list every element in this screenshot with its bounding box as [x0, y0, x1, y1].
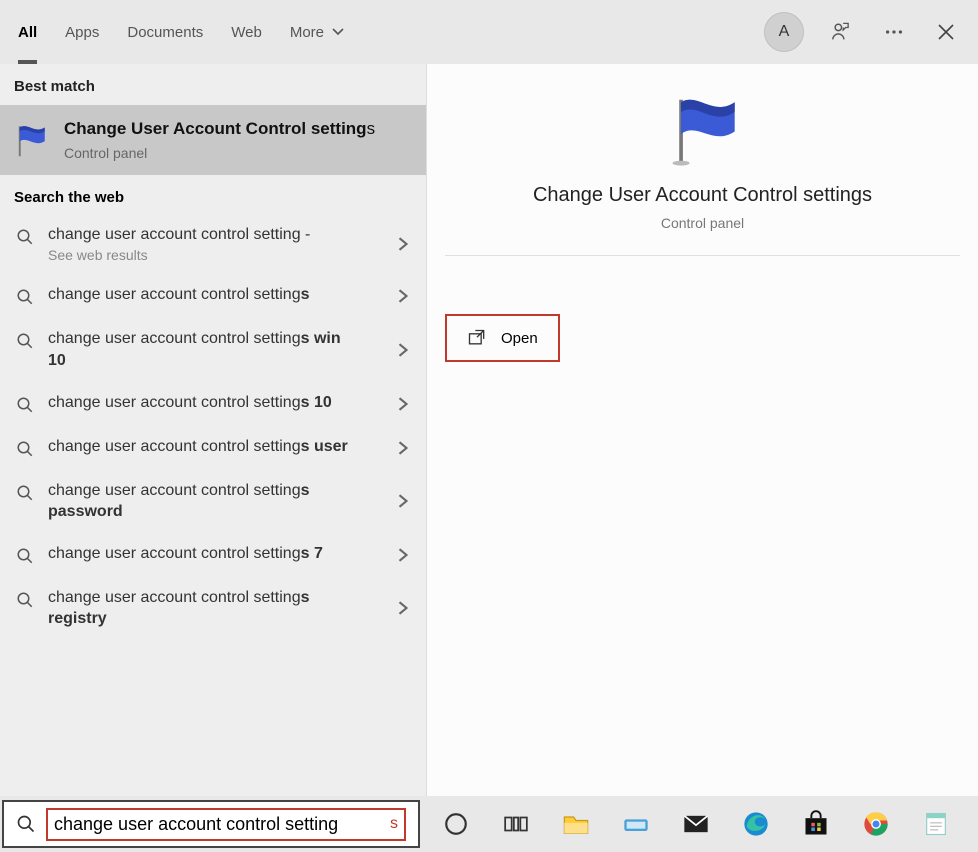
search-topbar: All Apps Documents Web More A [0, 0, 978, 64]
title-bold: Change User Account Control setting [64, 119, 367, 138]
detail-title: Change User Account Control settings [427, 184, 978, 207]
web-result-text: change user account control settings 7 [48, 543, 323, 565]
web-result-item[interactable]: change user account control settings use… [0, 426, 426, 470]
chevron-right-icon [394, 235, 412, 253]
web-result-text: change user account control setting -See… [48, 224, 310, 264]
taskbar-file-explorer-icon[interactable] [546, 796, 606, 852]
best-match-title: Change User Account Control settings [64, 119, 375, 139]
search-input[interactable] [54, 814, 390, 835]
search-icon [14, 330, 36, 352]
chevron-right-icon [394, 341, 412, 359]
chevron-right-icon [394, 599, 412, 617]
open-icon [467, 328, 487, 348]
topbar-right: A [764, 0, 960, 64]
search-icon [14, 394, 36, 416]
web-result-item[interactable]: change user account control settings [0, 274, 426, 318]
chevron-right-icon [394, 492, 412, 510]
search-icon [14, 545, 36, 567]
search-web-header: Search the web [0, 175, 426, 214]
search-icon [16, 814, 36, 834]
web-result-text: change user account control settings 10 [48, 392, 332, 414]
user-avatar[interactable]: A [764, 12, 804, 52]
feedback-icon[interactable] [828, 18, 856, 46]
tab-apps[interactable]: Apps [65, 0, 99, 64]
tab-web[interactable]: Web [231, 0, 262, 64]
chevron-right-icon [394, 395, 412, 413]
results-column: Best match Change User Account Control s… [0, 64, 426, 796]
taskbar: s [0, 796, 978, 852]
detail-pane: Change User Account Control settings Con… [426, 64, 978, 796]
chevron-right-icon [394, 439, 412, 457]
taskbar-keyboard-icon[interactable] [606, 796, 666, 852]
tab-all[interactable]: All [18, 0, 37, 64]
web-results-list: change user account control setting -See… [0, 214, 426, 640]
search-icon [14, 226, 36, 248]
search-icon [14, 438, 36, 460]
search-icon [14, 589, 36, 611]
best-match-item[interactable]: Change User Account Control settings Con… [0, 105, 426, 175]
search-highlight-frame: s [46, 808, 406, 841]
tab-more[interactable]: More [290, 0, 344, 64]
search-icon [14, 286, 36, 308]
web-result-text: change user account control settings win… [48, 328, 358, 371]
more-icon[interactable] [880, 18, 908, 46]
title-tail: s [367, 119, 376, 138]
web-result-text: change user account control settings pas… [48, 480, 358, 523]
tab-label: Apps [65, 24, 99, 41]
web-result-text: change user account control settings reg… [48, 587, 358, 630]
taskbar-cortana-icon[interactable] [426, 796, 486, 852]
detail-head: Change User Account Control settings Con… [427, 64, 978, 256]
search-icon [14, 482, 36, 504]
search-tabs: All Apps Documents Web More [18, 0, 344, 64]
taskbar-task-view-icon[interactable] [486, 796, 546, 852]
taskbar-edge-icon[interactable] [726, 796, 786, 852]
detail-subtitle: Control panel [445, 215, 960, 256]
web-result-text: change user account control settings [48, 284, 310, 306]
best-match-header: Best match [0, 64, 426, 105]
chevron-down-icon [332, 26, 344, 38]
search-main: Best match Change User Account Control s… [0, 64, 978, 796]
taskbar-mail-icon[interactable] [666, 796, 726, 852]
open-label: Open [501, 330, 538, 347]
close-icon[interactable] [932, 18, 960, 46]
web-result-item[interactable]: change user account control settings reg… [0, 577, 426, 640]
taskbar-store-icon[interactable] [786, 796, 846, 852]
web-result-text: change user account control settings use… [48, 436, 348, 458]
tab-label: All [18, 24, 37, 41]
best-match-subtitle: Control panel [64, 145, 375, 161]
uac-flag-icon [664, 90, 742, 168]
web-result-item[interactable]: change user account control setting -See… [0, 214, 426, 274]
best-match-text: Change User Account Control settings Con… [64, 119, 375, 161]
taskbar-notepad-icon[interactable] [906, 796, 966, 852]
web-result-item[interactable]: change user account control settings pas… [0, 470, 426, 533]
tab-label: More [290, 24, 324, 41]
web-result-item[interactable]: change user account control settings 7 [0, 533, 426, 577]
tab-label: Web [231, 24, 262, 41]
chevron-right-icon [394, 546, 412, 564]
taskbar-icons [426, 796, 978, 852]
chevron-right-icon [394, 287, 412, 305]
taskbar-chrome-icon[interactable] [846, 796, 906, 852]
web-result-item[interactable]: change user account control settings win… [0, 318, 426, 381]
avatar-initial: A [779, 23, 790, 41]
tab-documents[interactable]: Documents [127, 0, 203, 64]
web-result-item[interactable]: change user account control settings 10 [0, 382, 426, 426]
open-button[interactable]: Open [445, 314, 560, 362]
taskbar-search-box[interactable]: s [2, 800, 420, 848]
uac-flag-icon [10, 119, 52, 161]
search-input-tail: s [390, 815, 398, 833]
tab-label: Documents [127, 24, 203, 41]
